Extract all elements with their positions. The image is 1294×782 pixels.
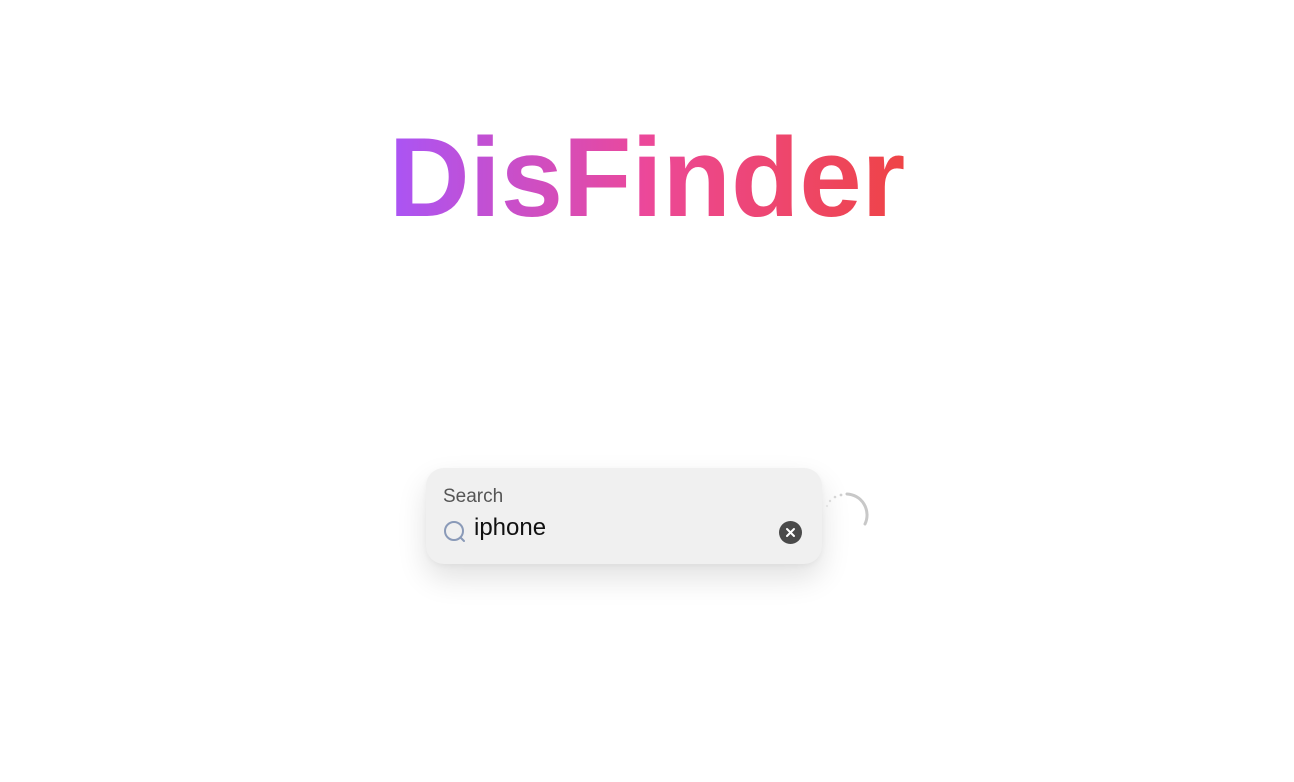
app-logo: DisFinder bbox=[0, 114, 1294, 242]
search-input[interactable] bbox=[474, 512, 774, 544]
clear-search-button[interactable] bbox=[779, 521, 802, 544]
loading-spinner-icon bbox=[823, 491, 871, 539]
close-icon bbox=[786, 528, 795, 537]
search-icon bbox=[443, 520, 467, 544]
page: DisFinder Search bbox=[0, 0, 1294, 782]
search-box[interactable]: Search bbox=[426, 468, 822, 564]
logo-text: DisFinder bbox=[385, 114, 910, 242]
search-label: Search bbox=[443, 486, 504, 507]
